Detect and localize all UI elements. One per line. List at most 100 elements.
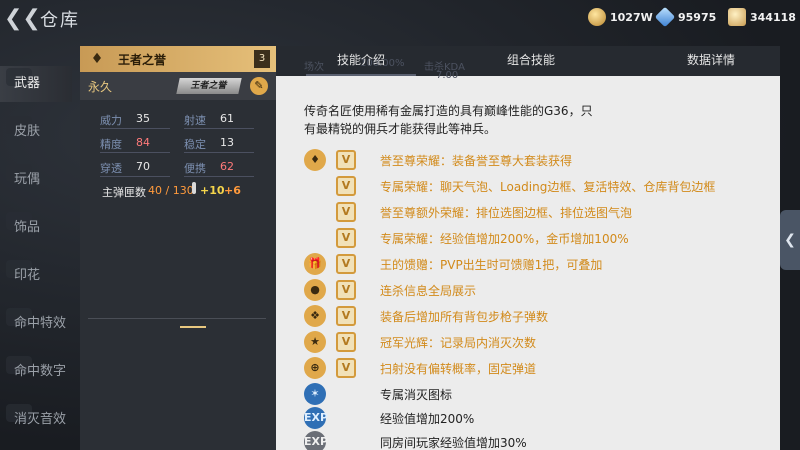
ammo-bonus-a: +10 [200, 184, 225, 197]
weapon-title: 王者之誉 [118, 52, 167, 67]
skill-text: 专属消灭图标 [380, 388, 453, 402]
v-badge-icon: V [336, 332, 356, 352]
sidebar-item-kill-sounds[interactable]: 消灭音效 [0, 402, 72, 438]
skill-row: ✶ 专属消灭图标 [276, 382, 780, 406]
sidebar-item-accessories[interactable]: 饰品 [0, 210, 72, 246]
panel-slider-indicator[interactable] [180, 326, 206, 328]
skill-text: 专属荣耀：聊天气泡、Loading边框、复活特效、仓库背包边框 [380, 180, 716, 194]
stat-value: 13 [220, 136, 234, 149]
currency-diamond-value: 95975 [678, 10, 717, 24]
skill-text: 专属荣耀：经验值增加200%，金币增加100% [380, 232, 629, 246]
sidebar-item-label: 皮肤 [14, 124, 41, 139]
sidebar-item-label: 命中数字 [14, 364, 67, 379]
weapon-description: 传奇名匠使用稀有金属打造的具有巅峰性能的G36，只有最精锐的佣兵才能获得此等神兵… [304, 104, 593, 136]
ghost-text: 7.00 [436, 70, 459, 81]
skill-text: 经验值增加200% [380, 412, 475, 426]
skill-text: 王的馈赠：PVP出生时可馈赠1把，可叠加 [380, 258, 603, 272]
gift-icon: 🎁 [304, 253, 326, 275]
stat-label: 精度 [100, 138, 122, 151]
crosshair-icon: ⊕ [304, 357, 326, 379]
skill-row: ★ V 冠军光辉：记录局内消灭次数 [276, 330, 780, 354]
skill-row: V 誉至尊额外荣耀：排位选图边框、排位选图气泡 [276, 200, 780, 224]
stat-value: 70 [136, 160, 150, 173]
divider [88, 318, 266, 319]
rank-emblem-icon: ♦ [304, 149, 326, 171]
page-title: 仓库 [40, 10, 80, 31]
weapon-header: ♦ 王者之誉 3 [80, 46, 276, 72]
weapon-name-badge: 王者之誉 [176, 78, 242, 94]
skill-text: 扫射没有偏转概率，固定弹道 [380, 362, 537, 376]
sidebar-item-dolls[interactable]: 玩偶 [0, 162, 72, 198]
stat-bar [184, 128, 254, 129]
skill-row: ● V 连杀信息全局展示 [276, 278, 780, 302]
sidebar-item-weapons[interactable]: 武器 [0, 66, 72, 102]
v-badge-icon: V [336, 202, 356, 222]
stat-label: 威力 [100, 114, 122, 127]
stat-label: 射速 [184, 114, 206, 127]
durability-label: 永久 [88, 80, 113, 94]
currency-diamond: 95975 [654, 6, 717, 28]
kill-icon: ✶ [304, 383, 326, 405]
stat-label: 稳定 [184, 138, 206, 151]
sidebar-item-label: 武器 [14, 76, 41, 91]
v-badge-icon: V [336, 254, 356, 274]
skill-row: ❖ V 装备后增加所有背包步枪子弹数 [276, 304, 780, 328]
rank-emblem-icon: ♦ [90, 51, 104, 67]
v-badge-icon: V [336, 150, 356, 170]
stat-value: 62 [220, 160, 234, 173]
bullet-icon [192, 182, 196, 194]
ammo-label: 主弹匣数 [102, 186, 146, 199]
sidebar-item-label: 印花 [14, 268, 41, 283]
currency-coin-value: 344118 [750, 10, 796, 24]
skill-row: ⊕ V 扫射没有偏转概率，固定弹道 [276, 356, 780, 380]
detail-panel: 场次 100.00% 击杀KDA 7.00 技能介绍 组合技能 数据详情 传奇名… [276, 46, 780, 450]
weapon-info-panel: ♦ 王者之誉 3 永久 王者之誉 ✎ 威力 35 射速 61 精度 84 稳定 … [80, 46, 276, 450]
stat-bar [184, 152, 254, 153]
stat-label: 便携 [184, 162, 206, 175]
skill-text: 冠军光辉：记录局内消灭次数 [380, 336, 537, 350]
weapon-subheader: 永久 王者之誉 ✎ [80, 72, 276, 100]
sidebar: 武器 皮肤 玩偶 饰品 印花 命中特效 命中数字 消灭音效 [0, 60, 72, 450]
ammo-bonus-b: +6 [224, 184, 241, 197]
tab-combo-skills[interactable]: 组合技能 [476, 46, 586, 76]
stat-bar [100, 152, 170, 153]
kill-broadcast-icon: ● [304, 279, 326, 301]
v-badge-icon: V [336, 358, 356, 378]
stat-bar [100, 176, 170, 177]
skill-row: ♦ V 誉至尊荣耀：装备誉至尊大套装获得 [276, 148, 780, 172]
skill-row: EXP 经验值增加200% [276, 406, 780, 430]
sidebar-item-label: 消灭音效 [14, 412, 67, 427]
sidebar-item-decals[interactable]: 印花 [0, 258, 72, 294]
tab-skill-intro[interactable]: 技能介绍 [306, 46, 416, 76]
coin-icon [728, 8, 746, 26]
ammo-value: 40 / 130 [148, 184, 194, 197]
sidebar-item-hit-numbers[interactable]: 命中数字 [0, 354, 72, 390]
side-panel-handle[interactable]: ❮ [780, 210, 800, 270]
sidebar-item-label: 命中特效 [14, 316, 67, 331]
skill-text: 同房间玩家经验值增加30% [380, 436, 527, 450]
tab-data-details[interactable]: 数据详情 [656, 46, 766, 76]
skill-text: 誉至尊荣耀：装备誉至尊大套装获得 [380, 154, 573, 168]
v-badge-icon: V [336, 280, 356, 300]
exp-icon: EXP [304, 431, 328, 450]
currency-gold-value: 1027W [610, 10, 653, 24]
exp-icon: EXP [304, 407, 328, 429]
v-badge-icon: V [336, 176, 356, 196]
diamond-icon [654, 6, 676, 28]
skill-row: 🎁 V 王的馈赠：PVP出生时可馈赠1把，可叠加 [276, 252, 780, 276]
currency-gold: 1027W [588, 8, 653, 26]
back-chevron-icon[interactable]: ❮❮ [4, 8, 41, 30]
stat-value: 61 [220, 112, 234, 125]
top-bar: ❮❮ 仓库 1027W 95975 344118 [0, 0, 800, 40]
edit-icon[interactable]: ✎ [250, 77, 268, 95]
skill-text: 誉至尊额外荣耀：排位选图边框、排位选图气泡 [380, 206, 633, 220]
stat-label: 穿透 [100, 162, 122, 175]
skill-row: V 专属荣耀：经验值增加200%，金币增加100% [276, 226, 780, 250]
weapon-count-badge: 3 [254, 50, 270, 68]
stat-value: 84 [136, 136, 150, 149]
sidebar-item-skins[interactable]: 皮肤 [0, 114, 72, 150]
stat-value: 35 [136, 112, 150, 125]
sidebar-item-hit-effects[interactable]: 命中特效 [0, 306, 72, 342]
skill-text: 连杀信息全局展示 [380, 284, 477, 298]
skill-text: 装备后增加所有背包步枪子弹数 [380, 310, 549, 324]
